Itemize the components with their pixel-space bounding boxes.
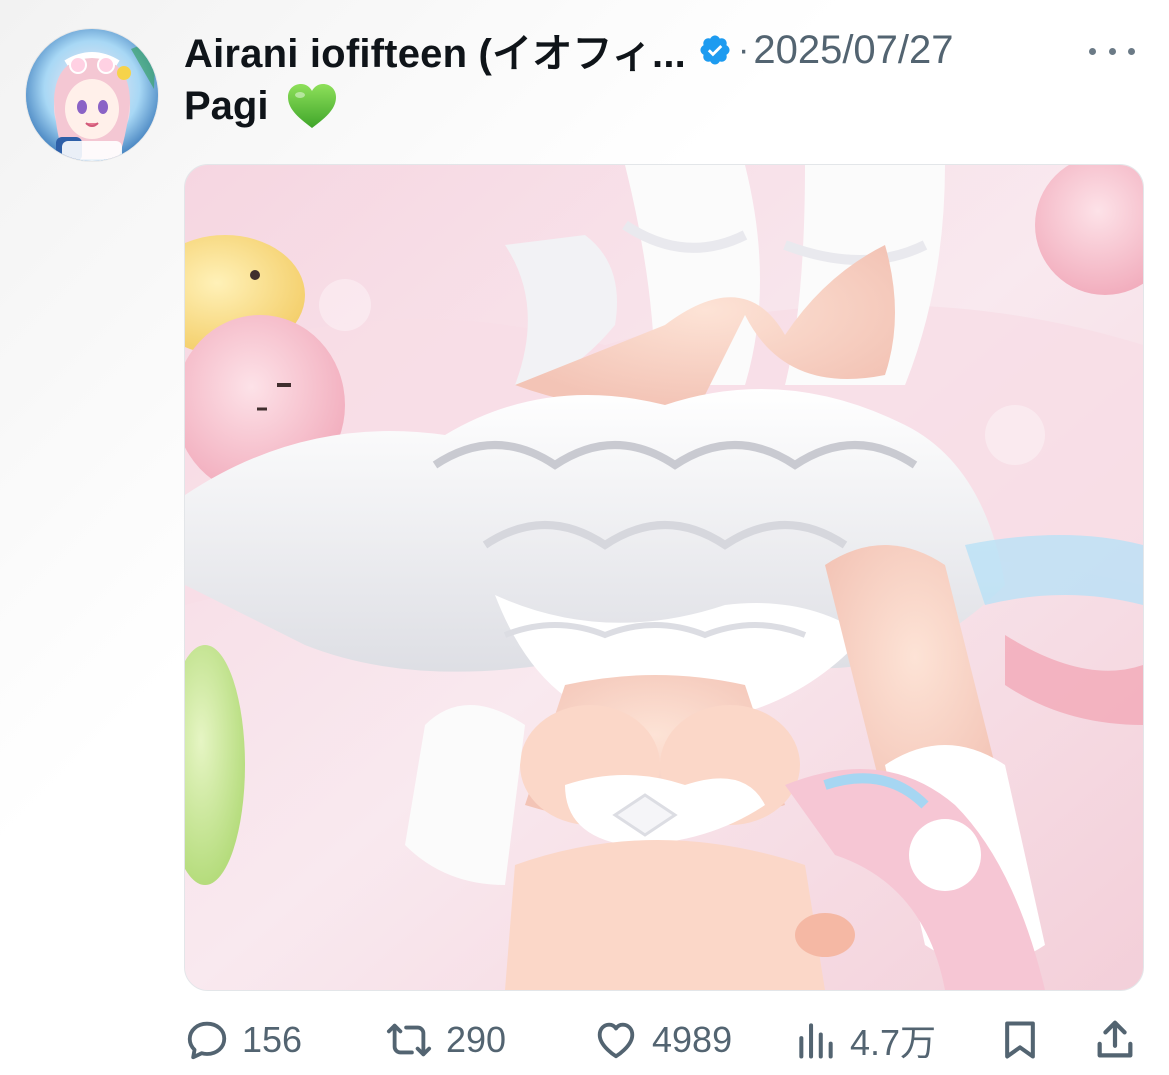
share-icon [1097,1020,1133,1058]
heart-icon [597,1022,635,1059]
views-bar-chart-icon [799,1023,833,1059]
tweet-header: Airani iofifteen (イオフィ... · 2025/07/27 [184,24,1149,76]
views-button[interactable]: 4.7万 [794,1014,936,1066]
like-count: 4989 [652,1019,733,1060]
author-avatar[interactable] [26,29,158,161]
more-options-button[interactable] [1089,36,1135,66]
verified-badge-icon [700,35,730,65]
tweet-text-content: Pagi [184,83,269,128]
reply-count: 156 [242,1019,303,1060]
more-horizontal-icon [1089,47,1096,55]
author-display-name[interactable]: Airani iofifteen (イオフィ... [184,21,686,79]
avatar-illustration [26,29,158,161]
tweet-actions-bar: 156 290 4989 4.7万 [184,1012,1139,1068]
reply-button[interactable]: 156 [184,1017,302,1063]
share-button[interactable] [1092,1016,1138,1064]
reply-icon [187,1021,227,1060]
retweet-button[interactable]: 290 [384,1017,506,1063]
tweet-media-image[interactable] [184,164,1144,991]
post-date[interactable]: 2025/07/27 [753,28,953,73]
bookmark-icon [1005,1021,1035,1059]
tweet-text: Pagi [184,82,338,130]
retweet-count: 290 [446,1019,507,1060]
green-heart-icon [288,84,337,128]
views-count: 4.7万 [850,1022,937,1063]
bookmark-button[interactable] [998,1016,1042,1064]
tweet-card: Airani iofifteen (イオフィ... · 2025/07/27 P… [0,0,1169,1075]
header-separator: · [738,30,750,69]
like-button[interactable]: 4989 [592,1017,732,1063]
media-illustration [185,165,1143,990]
retweet-icon [386,1023,432,1057]
